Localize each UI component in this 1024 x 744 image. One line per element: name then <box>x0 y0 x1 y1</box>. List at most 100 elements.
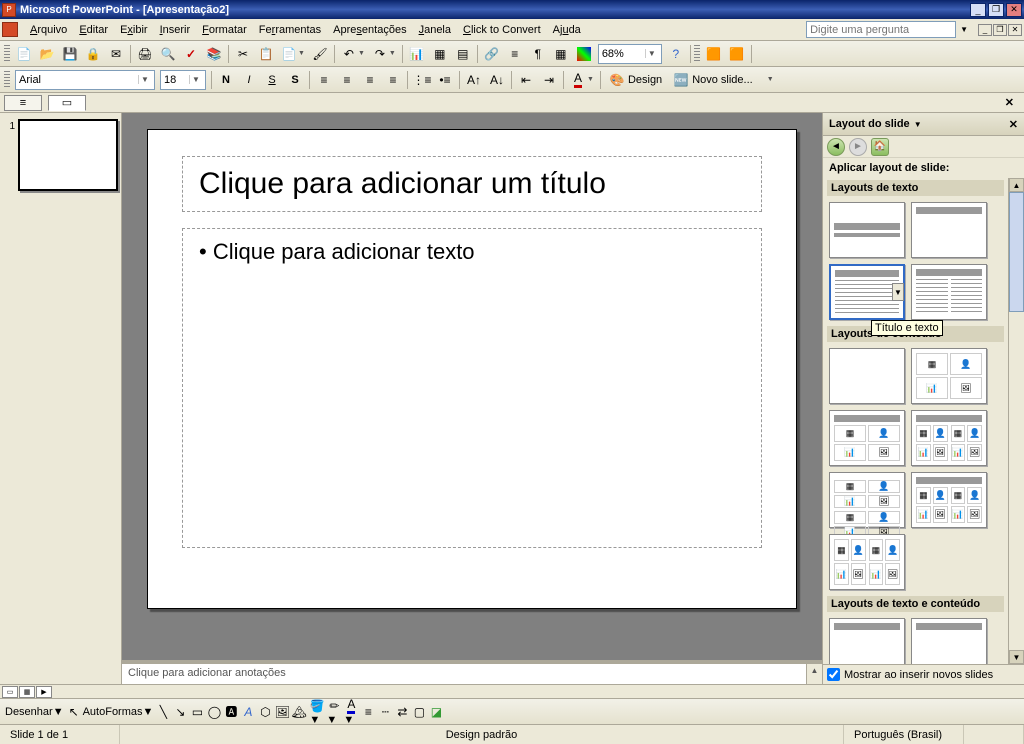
line-button[interactable]: ╲ <box>155 704 171 720</box>
format-painter-button[interactable]: 🖌 <box>309 43 331 65</box>
taskpane-close-button[interactable]: ✕ <box>1009 118 1018 131</box>
desenhar-menu[interactable]: Desenhar▼ <box>5 706 64 718</box>
menu-formatar[interactable]: Formatar <box>196 22 253 38</box>
doc-restore-button[interactable]: ❐ <box>993 24 1007 36</box>
arrow-button[interactable]: ↘ <box>172 704 188 720</box>
zoom-combo[interactable]: 68%▼ <box>598 44 662 64</box>
font-combo[interactable]: Arial▼ <box>15 70 155 90</box>
copy-button[interactable]: 📋 <box>255 43 277 65</box>
show-on-insert-checkbox[interactable] <box>827 668 840 681</box>
print-preview-button[interactable]: 🔍 <box>157 43 179 65</box>
clipart-button[interactable]: 🖼 <box>274 704 290 720</box>
save-button[interactable]: 💾 <box>59 43 81 65</box>
convert-button-1[interactable]: 🟧 <box>703 43 725 65</box>
spelling-button[interactable]: ✓ <box>180 43 202 65</box>
diagram-button[interactable]: ⬡ <box>257 704 273 720</box>
title-placeholder[interactable]: Clique para adicionar um título <box>182 156 762 212</box>
notes-scrollbar[interactable]: ▲ <box>806 664 822 684</box>
layout-content[interactable]: ▦👤📊🖼 <box>911 348 987 404</box>
cut-button[interactable]: ✂ <box>232 43 254 65</box>
ask-dropdown-icon[interactable]: ▼ <box>960 25 968 34</box>
convert-button-2[interactable]: 🟧 <box>726 43 748 65</box>
normal-view-button[interactable]: ▭ <box>2 686 18 698</box>
textbox-button[interactable]: 🅰 <box>223 704 239 720</box>
layout-title-only[interactable] <box>911 202 987 258</box>
layout-title-content[interactable]: ▦👤📊🖼 <box>829 410 905 466</box>
select-objects-button[interactable]: ↖ <box>66 704 82 720</box>
decrease-font-button[interactable]: A↓ <box>486 69 508 91</box>
oval-button[interactable]: ◯ <box>206 704 222 720</box>
open-button[interactable]: 📂 <box>36 43 58 65</box>
new-slide-button[interactable]: 🆕Novo slide... <box>668 69 758 91</box>
arrow-style-button[interactable]: ⇄ <box>394 704 410 720</box>
align-left-button[interactable]: ≡ <box>313 69 335 91</box>
layout-title-slide[interactable] <box>829 202 905 258</box>
menu-inserir[interactable]: Inserir <box>154 22 197 38</box>
shadow-style-button[interactable]: ▢ <box>411 704 427 720</box>
shadow-button[interactable]: S <box>284 69 306 91</box>
slides-tab[interactable]: ▭ <box>48 95 86 111</box>
email-button[interactable]: ✉ <box>105 43 127 65</box>
slideshow-button[interactable]: ▶ <box>36 686 52 698</box>
italic-button[interactable]: I <box>238 69 260 91</box>
taskpane-dropdown-icon[interactable]: ▼ <box>914 120 922 129</box>
layout-title-text[interactable]: ▼ Título e texto <box>829 264 905 320</box>
align-justify-button[interactable]: ≡ <box>382 69 404 91</box>
wordart-button[interactable]: A <box>240 704 256 720</box>
ask-question-input[interactable] <box>806 21 956 38</box>
toolbar-grip[interactable] <box>4 45 10 63</box>
show-grid-button[interactable]: ▦ <box>550 43 572 65</box>
layout-four-content[interactable]: ▦👤📊🖼 ▦👤📊🖼 <box>829 534 905 590</box>
permission-button[interactable]: 🔒 <box>82 43 104 65</box>
show-formatting-button[interactable]: ¶ <box>527 43 549 65</box>
scroll-thumb[interactable] <box>1009 192 1024 312</box>
toolbar-grip-2[interactable] <box>694 45 700 63</box>
expand-all-button[interactable]: ≡ <box>504 43 526 65</box>
menu-editar[interactable]: Editar <box>73 22 114 38</box>
toolbar-options-button[interactable]: ▼ <box>759 69 781 91</box>
layout-text-content-2[interactable] <box>911 618 987 664</box>
tabs-close-button[interactable]: ✕ <box>999 96 1020 109</box>
slide-thumbnail-1[interactable] <box>18 119 118 191</box>
slide-canvas[interactable]: Clique para adicionar um título Clique p… <box>147 129 797 609</box>
undo-button[interactable]: ↶▼ <box>338 43 368 65</box>
increase-font-button[interactable]: A↑ <box>463 69 485 91</box>
minimize-button[interactable]: _ <box>970 3 986 17</box>
align-right-button[interactable]: ≡ <box>359 69 381 91</box>
3d-style-button[interactable]: ◪ <box>428 704 444 720</box>
outline-tab[interactable]: ≡ <box>4 95 42 111</box>
underline-button[interactable]: S <box>261 69 283 91</box>
redo-button[interactable]: ↷▼ <box>369 43 399 65</box>
notes-pane[interactable]: Clique para adicionar anotações ▲ <box>122 660 822 684</box>
nav-forward-button[interactable]: ► <box>849 138 867 156</box>
doc-minimize-button[interactable]: _ <box>978 24 992 36</box>
body-placeholder[interactable]: Clique para adicionar texto <box>182 228 762 548</box>
help-button[interactable]: ? <box>665 43 687 65</box>
line-style-button[interactable]: ≡ <box>360 704 376 720</box>
paste-button[interactable]: 📄▼ <box>278 43 308 65</box>
print-button[interactable]: 🖨 <box>134 43 156 65</box>
close-button[interactable]: ✕ <box>1006 3 1022 17</box>
scroll-up-icon[interactable]: ▲ <box>1009 178 1024 192</box>
insert-hyperlink-button[interactable]: 🔗 <box>481 43 503 65</box>
dash-style-button[interactable]: ┄ <box>377 704 393 720</box>
layout-blank[interactable] <box>829 348 905 404</box>
font-color-button[interactable]: A▼ <box>567 69 597 91</box>
menu-click-to-convert[interactable]: Click to Convert <box>457 22 547 38</box>
layout-title-four-content[interactable]: ▦👤📊🖼 ▦👤📊🖼 <box>911 472 987 528</box>
fill-color-button[interactable]: 🪣▼ <box>309 698 325 726</box>
increase-indent-button[interactable]: ⇥ <box>538 69 560 91</box>
numbering-button[interactable]: ⋮≡ <box>411 69 433 91</box>
menu-apresentacoes[interactable]: Apresentações <box>327 22 412 38</box>
layout-title-two-content[interactable]: ▦👤📊🖼 ▦👤📊🖼 <box>911 410 987 466</box>
decrease-indent-button[interactable]: ⇤ <box>515 69 537 91</box>
nav-back-button[interactable]: ◄ <box>827 138 845 156</box>
layout-title-content-over[interactable]: ▦👤📊🖼 ▦👤📊🖼 <box>829 472 905 528</box>
design-button[interactable]: 🎨Design <box>604 69 667 91</box>
slide-sorter-button[interactable]: ▦ <box>19 686 35 698</box>
font-color-button-draw[interactable]: A▼ <box>343 698 359 726</box>
line-color-button[interactable]: ✏▼ <box>326 698 342 726</box>
layout-dropdown-icon[interactable]: ▼ <box>892 283 904 301</box>
nav-home-button[interactable]: 🏠 <box>871 138 889 156</box>
menu-arquivo[interactable]: Arquivo <box>24 22 73 38</box>
